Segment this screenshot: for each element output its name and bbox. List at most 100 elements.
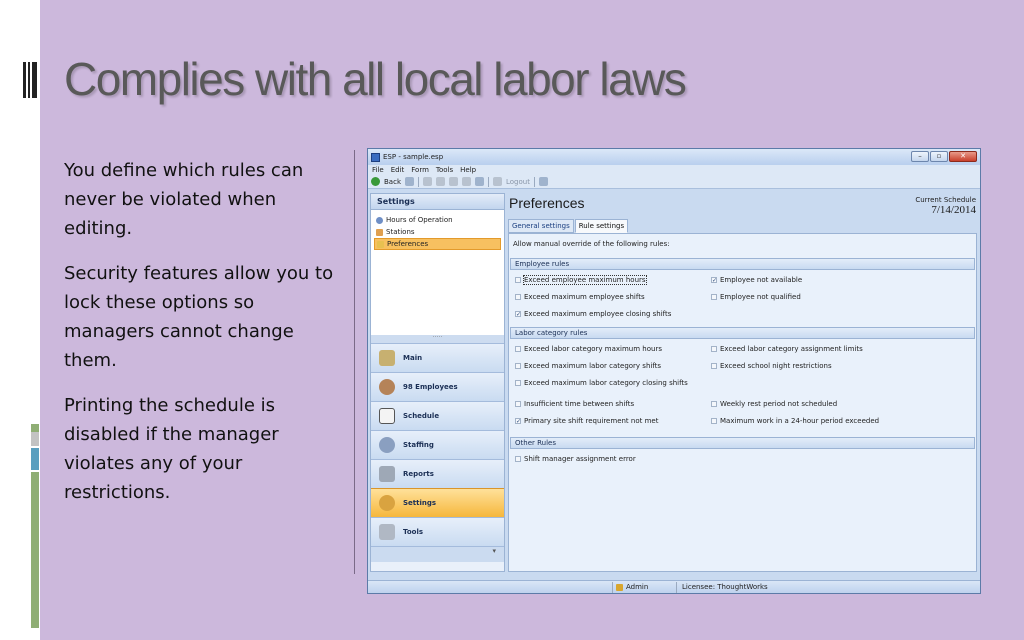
minimize-icon[interactable]: – <box>911 151 929 162</box>
nav-schedule[interactable]: Schedule <box>371 401 504 430</box>
checkbox-box[interactable] <box>515 401 521 407</box>
checkbox-box[interactable]: ✓ <box>515 311 521 318</box>
checkbox-maximum-work-24-hour[interactable]: Maximum work in a 24-hour period exceede… <box>711 417 879 425</box>
nav-label: 98 Employees <box>403 383 458 391</box>
main-icon <box>379 350 395 366</box>
menu-file[interactable]: File <box>372 166 384 174</box>
logout-button[interactable]: Logout <box>506 178 530 186</box>
window-titlebar[interactable]: ESP - sample.esp – ▫ ✕ <box>368 149 980 165</box>
splitter-handle[interactable]: ····· <box>371 335 504 343</box>
checkbox-box[interactable]: ✓ <box>711 277 717 284</box>
close-icon[interactable]: ✕ <box>949 151 977 162</box>
accent-bar <box>31 472 39 628</box>
current-schedule: Current Schedule 7/14/2014 <box>915 196 976 216</box>
toolbar-separator <box>488 176 489 187</box>
checkbox-label: Exceed labor category assignment limits <box>720 345 863 353</box>
sidebar-item-preferences[interactable]: Preferences <box>374 238 501 250</box>
checkbox-box[interactable] <box>515 380 521 386</box>
settings-list: Hours of Operation Stations Preferences <box>371 209 504 335</box>
checkbox-employee-not-available[interactable]: ✓ Employee not available <box>711 276 802 284</box>
sidebar-item-stations[interactable]: Stations <box>374 226 501 238</box>
sidebar-item-hours[interactable]: Hours of Operation <box>374 214 501 226</box>
checkbox-weekly-rest-period-not-scheduled[interactable]: Weekly rest period not scheduled <box>711 400 837 408</box>
nav-settings[interactable]: Settings <box>371 488 504 517</box>
checkbox-box[interactable] <box>711 346 717 352</box>
refresh-icon[interactable] <box>405 177 414 186</box>
nav-label: Tools <box>403 528 424 536</box>
checkbox-exceed-maximum-labor-category-closing-shifts[interactable]: Exceed maximum labor category closing sh… <box>515 379 688 387</box>
toolbar: Back Logout <box>368 175 980 189</box>
paste-icon[interactable] <box>449 177 458 186</box>
checkbox-label: Exceed maximum labor category closing sh… <box>524 379 688 387</box>
checkbox-box[interactable] <box>515 294 521 300</box>
nav-reports[interactable]: Reports <box>371 459 504 488</box>
back-arrow-icon[interactable] <box>371 177 380 186</box>
nav-label: Main <box>403 354 423 362</box>
nav-tools[interactable]: Tools <box>371 517 504 546</box>
status-divider <box>676 582 677 593</box>
lock-icon <box>616 583 623 591</box>
calendar-icon <box>379 408 395 424</box>
checkbox-exceed-maximum-employee-shifts[interactable]: Exceed maximum employee shifts <box>515 293 645 301</box>
checkbox-insufficient-time-between-shifts[interactable]: Insufficient time between shifts <box>515 400 634 408</box>
cut-icon[interactable] <box>423 177 432 186</box>
gear-icon <box>379 495 395 511</box>
checkbox-box[interactable] <box>515 346 521 352</box>
tools-icon <box>379 524 395 540</box>
checkbox-shift-manager-assignment-error[interactable]: Shift manager assignment error <box>515 455 636 463</box>
checkbox-box[interactable] <box>515 277 521 283</box>
nav-overflow-chevron-icon[interactable]: ▾ <box>371 546 504 562</box>
checkbox-box[interactable] <box>711 418 717 424</box>
tab-rule-settings[interactable]: Rule settings <box>574 219 629 233</box>
copy-icon[interactable] <box>436 177 445 186</box>
checkbox-employee-not-qualified[interactable]: Employee not qualified <box>711 293 801 301</box>
checkbox-box[interactable] <box>711 294 717 300</box>
status-user-name: Admin <box>626 583 649 591</box>
checkbox-exceed-school-night-restrictions[interactable]: Exceed school night restrictions <box>711 362 832 370</box>
help-icon[interactable] <box>538 177 548 186</box>
checkbox-label: Exceed maximum employee closing shifts <box>524 310 672 318</box>
maximize-icon[interactable]: ▫ <box>930 151 948 162</box>
checkbox-exceed-maximum-employee-closing-shifts[interactable]: ✓ Exceed maximum employee closing shifts <box>515 310 671 318</box>
page-title: Preferences <box>509 195 585 211</box>
checkbox-box[interactable] <box>515 456 521 462</box>
nav-employees[interactable]: 98 Employees <box>371 372 504 401</box>
checkbox-primary-site-shift-requirement[interactable]: ✓ Primary site shift requirement not met <box>515 417 658 425</box>
checkbox-box[interactable] <box>515 363 521 369</box>
menu-help[interactable]: Help <box>460 166 476 174</box>
menu-edit[interactable]: Edit <box>391 166 405 174</box>
accent-bar <box>31 424 39 432</box>
divider-line <box>354 150 355 574</box>
checkbox-label: Primary site shift requirement not met <box>524 417 659 425</box>
checkbox-label: Maximum work in a 24-hour period exceede… <box>720 417 880 425</box>
window-title: ESP - sample.esp <box>383 153 444 161</box>
tab-general-settings[interactable]: General settings <box>508 219 574 233</box>
checkbox-box[interactable] <box>711 401 717 407</box>
menu-bar: File Edit Form Tools Help <box>368 165 980 175</box>
checkbox-box[interactable]: ✓ <box>515 418 521 425</box>
accent-bar <box>31 448 39 470</box>
app-icon <box>371 152 380 162</box>
staffing-icon <box>379 437 395 453</box>
checkbox-exceed-labor-category-assignment-limits[interactable]: Exceed labor category assignment limits <box>711 345 863 353</box>
menu-tools[interactable]: Tools <box>436 166 453 174</box>
checkbox-label: Exceed school night restrictions <box>720 362 832 370</box>
checkbox-exceed-maximum-labor-category-shifts[interactable]: Exceed maximum labor category shifts <box>515 362 661 370</box>
nav-main[interactable]: Main <box>371 343 504 372</box>
section-employee-rules: Employee rules <box>510 258 975 270</box>
checkbox-box[interactable] <box>711 363 717 369</box>
preferences-icon <box>377 240 384 248</box>
checkbox-exceed-labor-category-maximum-hours[interactable]: Exceed labor category maximum hours <box>515 345 662 353</box>
checkbox-label: Weekly rest period not scheduled <box>720 400 838 408</box>
status-bar: Admin Licensee: ThoughtWorks <box>368 580 980 593</box>
back-button[interactable]: Back <box>384 178 401 186</box>
nav-staffing[interactable]: Staffing <box>371 430 504 459</box>
print-icon[interactable] <box>462 177 471 186</box>
section-labor-category-rules: Labor category rules <box>510 327 975 339</box>
menu-form[interactable]: Form <box>411 166 429 174</box>
logout-icon[interactable] <box>493 177 502 186</box>
calendar-toolbar-icon[interactable] <box>475 177 484 186</box>
status-user: Admin <box>616 583 648 591</box>
nav-label: Staffing <box>403 441 434 449</box>
checkbox-exceed-employee-maximum-hours[interactable]: Exceed employee maximum hours <box>515 275 647 285</box>
